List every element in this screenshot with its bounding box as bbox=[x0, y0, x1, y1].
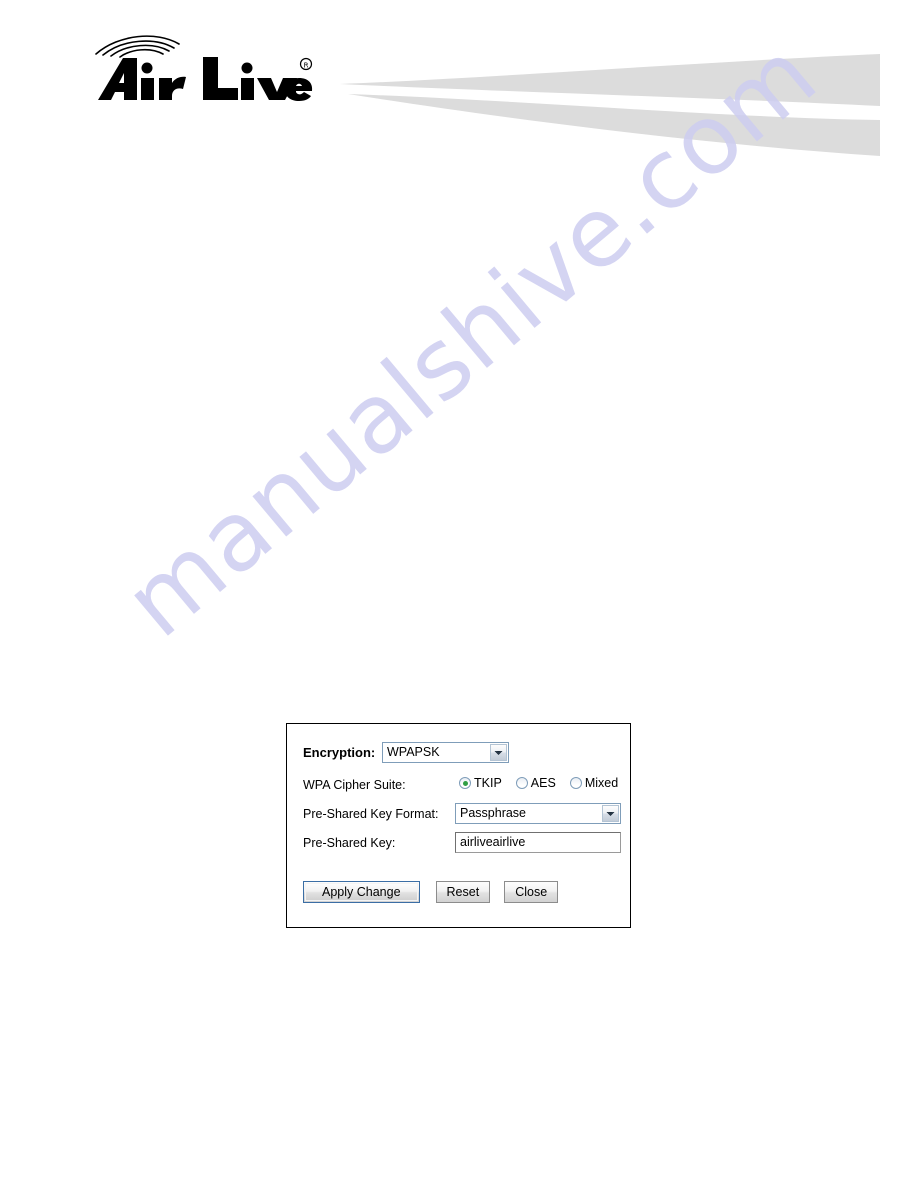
cipher-suite-radio-group: TKIP AES Mixed bbox=[459, 774, 618, 792]
radio-mixed-mark[interactable] bbox=[569, 777, 582, 789]
apply-change-button[interactable]: Apply Change bbox=[303, 881, 420, 903]
encryption-row: Encryption: WPAPSK bbox=[287, 742, 630, 766]
encryption-label: Encryption: bbox=[303, 745, 376, 760]
radio-tkip[interactable]: TKIP bbox=[459, 774, 502, 792]
registered-mark: R bbox=[299, 57, 313, 71]
chevron-down-icon[interactable] bbox=[490, 744, 507, 761]
pre-shared-key-row: Pre-Shared Key: airliveairlive bbox=[287, 832, 630, 856]
radio-mixed[interactable]: Mixed bbox=[569, 774, 619, 792]
key-format-select-value: Passphrase bbox=[460, 806, 527, 820]
wireless-security-panel: Encryption: WPAPSK WPA Cipher Suite: TKI… bbox=[286, 723, 631, 928]
watermark: manualshive.com bbox=[0, 0, 918, 1188]
close-button[interactable]: Close bbox=[504, 881, 559, 903]
header-swoosh-icon bbox=[340, 48, 885, 160]
encryption-select[interactable]: WPAPSK bbox=[382, 742, 509, 763]
page-header: R bbox=[0, 0, 918, 170]
key-format-select[interactable]: Passphrase bbox=[455, 803, 621, 824]
radio-tkip-label: TKIP bbox=[474, 776, 502, 790]
chevron-down-icon[interactable] bbox=[602, 805, 619, 822]
pre-shared-key-label: Pre-Shared Key: bbox=[303, 836, 396, 850]
key-format-label: Pre-Shared Key Format: bbox=[303, 807, 439, 821]
radio-tkip-mark[interactable] bbox=[459, 777, 471, 789]
reset-button[interactable]: Reset bbox=[435, 881, 491, 903]
apply-change-button-label: Apply Change bbox=[305, 883, 418, 901]
key-format-row: Pre-Shared Key Format: Passphrase bbox=[287, 803, 630, 827]
radio-aes[interactable]: AES bbox=[515, 774, 556, 792]
radio-mixed-label: Mixed bbox=[584, 776, 619, 790]
radio-aes-mark[interactable] bbox=[515, 777, 528, 789]
cipher-suite-row: WPA Cipher Suite: TKIP AES Mixed bbox=[287, 774, 630, 798]
radio-aes-label: AES bbox=[530, 776, 556, 790]
pre-shared-key-input[interactable]: airliveairlive bbox=[455, 832, 621, 853]
watermark-text: manualshive.com bbox=[104, 18, 838, 659]
encryption-select-value: WPAPSK bbox=[387, 745, 440, 759]
svg-text:R: R bbox=[304, 62, 309, 70]
airlive-logo: R bbox=[93, 28, 313, 110]
cipher-suite-label: WPA Cipher Suite: bbox=[303, 778, 406, 792]
dialog-button-row: Apply Change Reset Close bbox=[303, 881, 559, 903]
